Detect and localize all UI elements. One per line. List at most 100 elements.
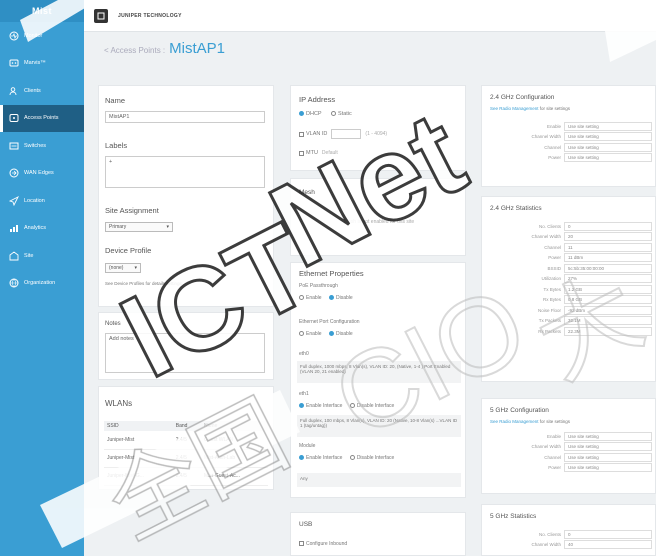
vlan-id-input[interactable]: [331, 129, 362, 139]
sidebar-item-clients[interactable]: Clients: [0, 77, 84, 105]
device-profile-value: (none): [109, 265, 124, 271]
module-label: Module: [299, 443, 316, 449]
org-name[interactable]: JUNIPER TECHNOLOGY: [118, 13, 182, 19]
kv-row: Noise Floor -92 dBm: [482, 305, 652, 316]
poe-enable-radio[interactable]: Enable: [299, 295, 322, 301]
kv-key: Noise Floor: [537, 307, 561, 313]
device-profile-select[interactable]: (none) ▾: [105, 263, 141, 273]
setting-select[interactable]: Use site setting: [564, 121, 652, 131]
port-disable-radio[interactable]: Disable: [328, 331, 353, 337]
wlan-name-link[interactable]: Guest WLAN: [201, 431, 268, 450]
organization-icon: [8, 278, 19, 289]
sidebar-item-label: Organization: [24, 280, 56, 287]
setting-select[interactable]: Use site setting: [564, 142, 652, 152]
vlan-checkbox[interactable]: [299, 131, 304, 137]
kv-row: Channel Use site setting: [482, 452, 652, 463]
band5-config-note: See Radio Management for site settings: [490, 419, 571, 424]
setting-select[interactable]: Use site setting: [564, 153, 652, 163]
kv-value: 0: [564, 221, 652, 231]
sidebar-item-switches[interactable]: Switches: [0, 132, 84, 160]
port-enable-radio[interactable]: Enable: [299, 331, 322, 337]
vlan-hint: (1 - 4094): [365, 131, 388, 137]
sidebar-item-analytics[interactable]: Analytics: [0, 215, 84, 243]
kv-value: 0: [564, 529, 652, 539]
usb-option[interactable]: Configure Inbound: [299, 541, 347, 547]
poe-label: PoE Passthrough: [299, 283, 338, 289]
sidebar-item-monitor[interactable]: Monitor: [0, 22, 84, 50]
band-cell: 2.4/5: [172, 449, 202, 468]
labels-label: Labels: [105, 141, 128, 150]
eth1-disable-radio[interactable]: Disable Interface: [349, 403, 394, 409]
name-input[interactable]: MistAP1: [105, 111, 265, 123]
band-cell: 2.4/5: [172, 467, 202, 486]
mesh-message: Mesh is not enabled for this site: [343, 219, 415, 225]
column-header[interactable]: Band: [172, 421, 202, 431]
table-row[interactable]: Juniper-Mist-G... 2.4/5 Mist-Guest-Ac...: [104, 467, 268, 486]
add-label-icon[interactable]: +: [109, 159, 112, 165]
site-select[interactable]: Primary ▾: [105, 222, 173, 232]
kv-row: Tx Packets 32.1M: [482, 316, 652, 327]
setting-select[interactable]: Use site setting: [564, 442, 652, 452]
switch-icon: [8, 140, 19, 151]
sidebar-item-label: Analytics: [24, 225, 47, 232]
notes-textarea[interactable]: Add notes: [105, 333, 265, 373]
sidebar-item-site[interactable]: Site: [0, 242, 84, 270]
kv-value: 0.8 GB: [564, 295, 652, 305]
top-bar: JUNIPER TECHNOLOGY: [84, 0, 656, 32]
setting-select[interactable]: Use site setting: [564, 132, 652, 142]
setting-select[interactable]: Use site setting: [564, 452, 652, 462]
kv-value: 1.2 GB: [564, 284, 652, 294]
sidebar-item-organization[interactable]: Organization: [0, 270, 84, 298]
usb-checkbox[interactable]: [299, 541, 304, 547]
kv-value: 27%: [564, 274, 652, 284]
radio-management-link[interactable]: See Radio Management: [490, 419, 539, 424]
module-disable-radio[interactable]: Disable Interface: [349, 455, 394, 461]
setting-select[interactable]: Use site setting: [564, 463, 652, 473]
mist-logo[interactable]: Mist: [0, 0, 84, 22]
kv-value: 11 dBm: [564, 253, 652, 263]
static-radio[interactable]: Static: [331, 111, 352, 117]
breadcrumb: < Access Points : MistAP1: [104, 40, 225, 57]
kv-value: 5c:5b:35:00:00:00: [564, 263, 652, 273]
dhcp-radio[interactable]: DHCP: [299, 111, 322, 117]
sidebar-item-label: Site: [24, 252, 34, 259]
band5-config-title: 5 GHz Configuration: [490, 407, 549, 414]
eth1-enable-radio[interactable]: Enable Interface: [299, 403, 342, 409]
module-enable-radio[interactable]: Enable Interface: [299, 455, 342, 461]
eth0-label: eth0: [299, 351, 309, 357]
sidebar: Mist Monitor Marvis™ Clients Access Points S…: [0, 0, 84, 556]
kv-row: Power Use site setting: [482, 463, 652, 474]
labels-input[interactable]: +: [105, 156, 265, 188]
sidebar-item-access-points[interactable]: Access Points: [0, 104, 84, 132]
marvis-icon: [8, 58, 19, 69]
sidebar-item-marvis[interactable]: Marvis™: [0, 50, 84, 78]
monitor-icon: [8, 30, 19, 41]
back-link[interactable]: < Access Points :: [104, 46, 165, 55]
kv-value: 22.3M: [564, 326, 652, 336]
sidebar-item-wan-edges[interactable]: WAN Edges: [0, 160, 84, 188]
sidebar-item-label: Marvis™: [24, 60, 46, 67]
mtu-checkbox[interactable]: [299, 150, 304, 156]
org-badge-icon[interactable]: [94, 8, 108, 23]
wlan-name-link[interactable]: Mist-Auth-Lab: [201, 449, 268, 468]
radio-management-link[interactable]: See Radio Management: [490, 106, 539, 111]
port-config-label: Ethernet Port Configuration: [299, 319, 360, 325]
kv-key: Channel Width: [531, 542, 561, 548]
sidebar-item-label: Access Points: [24, 115, 59, 122]
mtu-hint: Default: [321, 150, 338, 156]
column-header[interactable]: Name: [201, 421, 268, 431]
poe-disable-radio[interactable]: Disable: [328, 295, 353, 301]
column-header[interactable]: SSID: [104, 421, 173, 431]
sidebar-item-location[interactable]: Location: [0, 187, 84, 215]
module-radios: Enable Interface Disable Interface: [299, 455, 394, 461]
setting-select[interactable]: Use site setting: [564, 431, 652, 441]
sidebar-item-label: Switches: [24, 142, 47, 149]
kv-key: Enable: [546, 123, 561, 129]
kv-row: Channel Width 40: [482, 540, 652, 551]
port-config-radios: Enable Disable: [299, 331, 353, 337]
table-row[interactable]: Juniper-Mist 2.4/5 Guest WLAN: [104, 431, 268, 450]
kv-key: Power: [548, 155, 561, 161]
vlan-label: VLAN ID: [306, 131, 328, 137]
wlan-name-link[interactable]: Mist-Guest-Ac...: [201, 467, 268, 486]
table-row[interactable]: Juniper-Mist 2.4/5 Mist-Auth-Lab: [104, 449, 268, 468]
